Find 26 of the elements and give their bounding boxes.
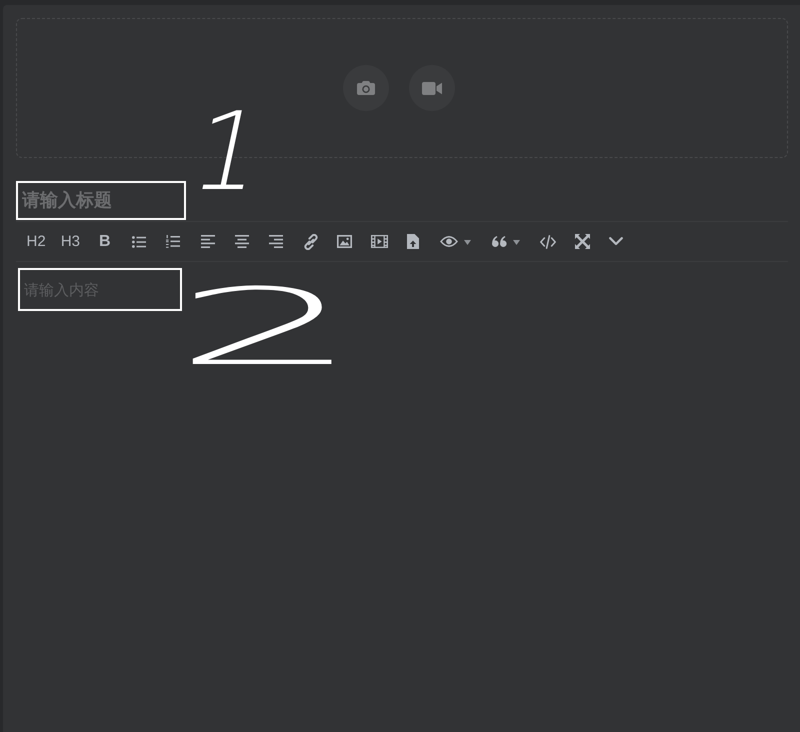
quote-icon <box>492 236 507 247</box>
image-icon <box>337 235 352 248</box>
code-icon <box>540 234 556 248</box>
heading-button[interactable]: H3 <box>53 226 88 256</box>
file-upload-icon <box>407 234 420 249</box>
film-icon <box>370 235 388 248</box>
align-left-icon <box>200 235 215 248</box>
annotation-number: 1 <box>190 99 258 207</box>
bullet-list-icon <box>132 236 146 248</box>
photo-upload-button[interactable] <box>343 65 389 111</box>
caret-icon <box>512 240 520 244</box>
eye-icon <box>440 236 458 247</box>
numbered-list-icon <box>166 235 180 248</box>
fullscreen-icon <box>574 234 590 249</box>
video-camera-icon <box>422 82 442 94</box>
chevron-down-icon <box>609 237 624 246</box>
heading-button[interactable]: H2 <box>19 226 54 256</box>
camera-icon <box>357 81 375 95</box>
bold-button[interactable]: B <box>88 226 122 256</box>
caret-icon <box>464 240 472 244</box>
align-right-icon <box>269 235 284 248</box>
video-upload-button[interactable] <box>409 65 455 111</box>
align-center-icon <box>234 235 249 248</box>
title-field[interactable]: 请输入标题 <box>18 183 184 218</box>
link-icon <box>302 234 319 250</box>
annotation-number: 2 <box>193 275 342 381</box>
